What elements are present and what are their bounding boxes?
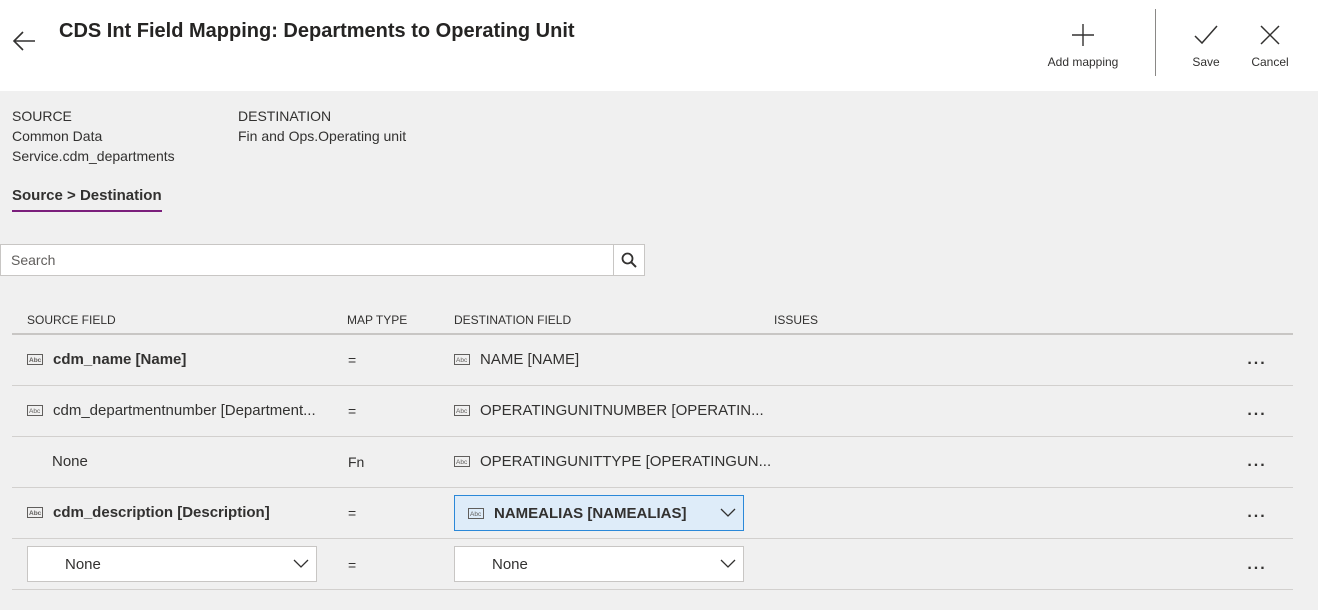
source-field-label: cdm_name [Name] bbox=[53, 351, 187, 368]
chevron-down-icon bbox=[286, 547, 316, 581]
back-button[interactable] bbox=[8, 26, 40, 56]
column-header-destination-field: DESTINATION FIELD bbox=[454, 313, 572, 327]
destination-field-dropdown-value: NAMEALIAS [NAMEALIAS] bbox=[494, 504, 687, 522]
text-field-icon: Abc bbox=[27, 507, 43, 518]
add-icon bbox=[1068, 20, 1098, 50]
add-mapping-label: Add mapping bbox=[1047, 55, 1119, 69]
chevron-down-icon bbox=[713, 547, 743, 581]
save-button[interactable]: Save bbox=[1186, 20, 1226, 69]
more-options-button[interactable]: ... bbox=[1242, 555, 1272, 575]
svg-text:Abc: Abc bbox=[29, 357, 42, 364]
destination-field: Abc OPERATINGUNITTYPE [OPERATINGUN... bbox=[454, 453, 771, 470]
text-field-icon: Abc bbox=[454, 405, 470, 416]
map-type: = bbox=[348, 557, 357, 573]
source-field: Abc cdm_name [Name] bbox=[27, 351, 186, 368]
column-header-issues: ISSUES bbox=[774, 313, 819, 327]
source-label: SOURCE bbox=[12, 108, 72, 124]
save-label: Save bbox=[1192, 55, 1220, 69]
svg-text:Abc: Abc bbox=[456, 408, 468, 415]
text-field-icon: Abc bbox=[27, 354, 43, 365]
page-title: CDS Int Field Mapping: Departments to Op… bbox=[59, 20, 575, 42]
destination-field-dropdown-value: None bbox=[492, 555, 528, 573]
table-row[interactable]: Abc cdm_description [Description] = Abc … bbox=[12, 488, 1293, 539]
source-field: Abc cdm_description [Description] bbox=[27, 504, 270, 521]
search-input[interactable] bbox=[1, 245, 613, 275]
chevron-down-icon bbox=[713, 496, 743, 530]
text-field-icon: Abc bbox=[454, 354, 470, 365]
search-icon bbox=[621, 252, 637, 268]
back-arrow-icon bbox=[12, 31, 35, 51]
checkmark-icon bbox=[1191, 20, 1221, 50]
more-options-button[interactable]: ... bbox=[1242, 452, 1272, 472]
svg-text:Abc: Abc bbox=[470, 511, 482, 518]
source-field: None bbox=[52, 453, 88, 470]
destination-field-label: NAME [NAME] bbox=[480, 351, 580, 368]
source-field: Abc cdm_departmentnumber [Department... bbox=[27, 402, 316, 419]
table-row[interactable]: Abc cdm_departmentnumber [Department... … bbox=[12, 386, 1293, 437]
svg-text:Abc: Abc bbox=[456, 357, 468, 364]
text-field-icon: Abc bbox=[468, 507, 484, 519]
destination-label: DESTINATION bbox=[238, 108, 332, 124]
search-box bbox=[0, 244, 645, 276]
destination-field: Abc OPERATINGUNITNUMBER [OPERATIN... bbox=[454, 402, 764, 419]
close-icon bbox=[1255, 20, 1285, 50]
map-type: Fn bbox=[348, 454, 365, 470]
table-row[interactable]: Abc cdm_name [Name] = Abc NAME [NAME] ..… bbox=[12, 335, 1293, 386]
destination-field-label: OPERATINGUNITNUMBER [OPERATIN... bbox=[480, 402, 764, 419]
column-header-source-field: SOURCE FIELD bbox=[27, 313, 116, 327]
destination-value: Fin and Ops.Operating unit bbox=[238, 128, 407, 144]
command-header: CDS Int Field Mapping: Departments to Op… bbox=[0, 0, 1318, 91]
destination-field: Abc NAME [NAME] bbox=[454, 351, 579, 368]
more-options-button[interactable]: ... bbox=[1242, 503, 1272, 523]
source-field-label: cdm_departmentnumber [Department... bbox=[53, 402, 316, 419]
source-field-label: None bbox=[52, 453, 88, 470]
destination-field-dropdown[interactable]: Abc NAMEALIAS [NAMEALIAS] bbox=[454, 495, 744, 531]
source-field-label: cdm_description [Description] bbox=[53, 504, 270, 521]
map-type: = bbox=[348, 505, 357, 521]
svg-text:Abc: Abc bbox=[29, 510, 42, 517]
add-mapping-button[interactable]: Add mapping bbox=[1043, 20, 1123, 69]
source-field-dropdown-value: None bbox=[65, 555, 101, 573]
map-type: = bbox=[348, 352, 357, 368]
table-row[interactable]: None Fn Abc OPERATINGUNITTYPE [OPERATING… bbox=[12, 437, 1293, 488]
table-row[interactable]: None = None ... bbox=[12, 539, 1293, 590]
destination-field-dropdown[interactable]: None bbox=[454, 546, 744, 582]
svg-text:Abc: Abc bbox=[456, 459, 468, 466]
map-type: = bbox=[348, 403, 357, 419]
search-button[interactable] bbox=[613, 245, 644, 275]
text-field-icon: Abc bbox=[454, 456, 470, 467]
cancel-label: Cancel bbox=[1251, 55, 1289, 69]
tab-source-to-destination[interactable]: Source > Destination bbox=[12, 187, 162, 212]
command-divider bbox=[1155, 9, 1156, 76]
source-value: Common Data Service.cdm_departments bbox=[12, 128, 175, 164]
svg-text:Abc: Abc bbox=[29, 408, 41, 415]
column-header-map-type: MAP TYPE bbox=[347, 313, 408, 327]
cancel-button[interactable]: Cancel bbox=[1248, 20, 1292, 69]
source-field-dropdown[interactable]: None bbox=[27, 546, 317, 582]
more-options-button[interactable]: ... bbox=[1242, 401, 1272, 421]
destination-field-label: OPERATINGUNITTYPE [OPERATINGUN... bbox=[480, 453, 772, 470]
text-field-icon: Abc bbox=[27, 405, 43, 416]
more-options-button[interactable]: ... bbox=[1242, 350, 1272, 370]
